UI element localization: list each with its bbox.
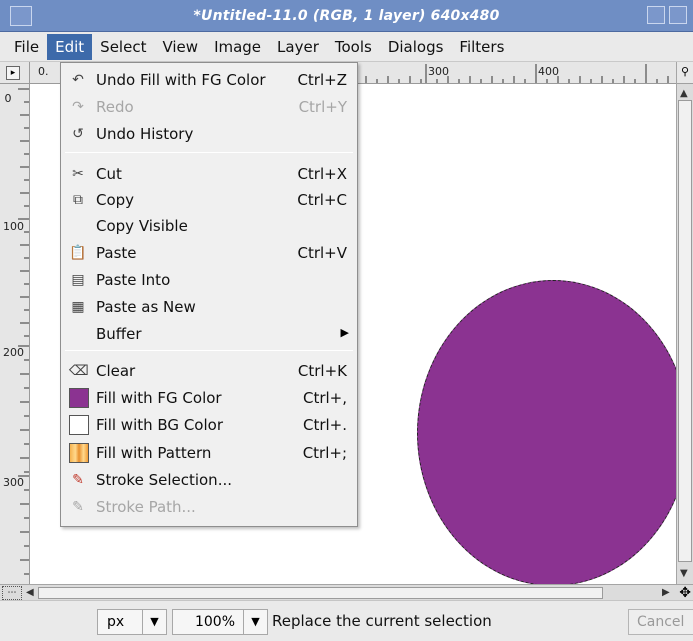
menu-dialogs[interactable]: Dialogs (380, 34, 452, 60)
undo-history-icon: ↺ (72, 126, 84, 142)
menu-item-undo-history[interactable]: ↺ Undo History (61, 121, 357, 147)
menu-item-copy-visible[interactable]: Copy Visible (61, 213, 357, 239)
menu-filters[interactable]: Filters (451, 34, 512, 60)
title-bar: *Untitled-11.0 (RGB, 1 layer) 640x480 (0, 0, 693, 32)
menu-item-buffer[interactable]: Buffer ▶ (61, 321, 357, 347)
menu-item-stroke-path[interactable]: ✎ Stroke Path... (61, 494, 357, 520)
menu-item-shortcut: Ctrl+C (297, 191, 347, 209)
menu-item-shortcut: Ctrl+; (302, 444, 347, 462)
bg-color-swatch-icon (69, 415, 89, 435)
menu-layer[interactable]: Layer (269, 34, 327, 60)
edit-menu-dropdown: ↶ Undo Fill with FG Color Ctrl+Z ↷ Redo … (60, 62, 358, 527)
menu-item-label: Fill with BG Color (96, 416, 223, 434)
menu-item-label: Undo History (96, 125, 194, 143)
menu-item-paste-into[interactable]: ▤ Paste Into (61, 267, 357, 293)
menu-item-label: Stroke Path... (96, 498, 196, 516)
menu-item-label: Cut (96, 165, 122, 183)
horizontal-scrollbar[interactable]: ⋯ ◀ ▶ ✥ (0, 584, 693, 601)
menu-image[interactable]: Image (206, 34, 269, 60)
menu-item-copy[interactable]: ⧉ Copy Ctrl+C (61, 187, 357, 213)
zoom-icon[interactable]: ⚲ (677, 62, 693, 84)
menu-item-cut[interactable]: ✂ Cut Ctrl+X (61, 161, 357, 187)
zoom-value: 100% (194, 614, 235, 630)
menu-file[interactable]: File (6, 34, 47, 60)
menu-separator (65, 350, 353, 351)
menu-item-shortcut: Ctrl+X (297, 165, 347, 183)
cancel-button[interactable]: Cancel (628, 609, 693, 635)
stroke-path-icon: ✎ (72, 499, 84, 515)
filled-ellipse-selection[interactable] (417, 280, 689, 586)
menu-item-paste-as-new[interactable]: ▦ Paste as New (61, 294, 357, 320)
menu-item-label: Paste (96, 244, 137, 262)
scroll-down-arrow-icon[interactable]: ▼ (680, 568, 688, 579)
menu-item-shortcut: Ctrl+K (297, 362, 347, 380)
menu-item-stroke-selection[interactable]: ✎ Stroke Selection... (61, 467, 357, 493)
redo-icon: ↷ (72, 99, 84, 115)
menu-item-shortcut: Ctrl+V (297, 244, 347, 262)
menu-item-label: Undo Fill with FG Color (96, 71, 266, 89)
ruler-ticks (18, 88, 29, 575)
pattern-swatch-icon (69, 443, 89, 463)
maximize-button[interactable] (647, 6, 665, 24)
menu-tools[interactable]: Tools (327, 34, 380, 60)
menu-item-shortcut: Ctrl+Y (298, 98, 347, 116)
menu-item-shortcut: Ctrl+Z (297, 71, 347, 89)
status-message: Replace the current selection (272, 612, 492, 630)
window-title: *Untitled-11.0 (RGB, 1 layer) 640x480 (193, 8, 500, 24)
undo-icon: ↶ (72, 72, 84, 88)
menu-item-label: Buffer (96, 325, 142, 343)
menu-item-shortcut: Ctrl+. (302, 416, 347, 434)
navigate-icon[interactable]: ✥ (679, 585, 691, 601)
paste-into-icon: ▤ (71, 272, 85, 288)
menu-item-fill-bg[interactable]: Fill with BG Color Ctrl+. (61, 412, 357, 438)
cut-icon: ✂ (72, 166, 84, 182)
menu-item-label: Clear (96, 362, 136, 380)
submenu-arrow-icon: ▶ (340, 326, 349, 339)
scroll-up-arrow-icon[interactable]: ▲ (680, 88, 688, 99)
menu-view[interactable]: View (154, 34, 206, 60)
menu-item-fill-fg[interactable]: Fill with FG Color Ctrl+, (61, 385, 357, 411)
menu-edit[interactable]: Edit (47, 33, 93, 60)
menu-select[interactable]: Select (92, 34, 154, 60)
menu-item-label: Fill with FG Color (96, 389, 222, 407)
menu-bar: File Edit Select View Image Layer Tools … (0, 32, 693, 62)
menu-separator (65, 152, 353, 153)
status-bar: px ▼ 100% ▼ Replace the current selectio… (0, 600, 693, 641)
paste-icon: 📋 (69, 245, 87, 261)
menu-item-redo[interactable]: ↷ Redo Ctrl+Y (61, 94, 357, 120)
scroll-left-arrow-icon[interactable]: ◀ (26, 587, 34, 598)
menu-item-paste[interactable]: 📋 Paste Ctrl+V (61, 240, 357, 266)
vertical-ruler[interactable]: 0 100 200 300 (0, 84, 30, 584)
menu-item-undo[interactable]: ↶ Undo Fill with FG Color Ctrl+Z (61, 67, 357, 93)
menu-item-clear[interactable]: ⌫ Clear Ctrl+K (61, 358, 357, 384)
close-button[interactable] (669, 6, 687, 24)
chevron-down-icon[interactable]: ▼ (243, 610, 267, 634)
stroke-selection-icon: ✎ (72, 472, 84, 488)
clear-icon: ⌫ (69, 363, 89, 379)
image-menu-icon[interactable]: ▸ (6, 66, 20, 80)
fg-color-swatch-icon (69, 388, 89, 408)
vertical-scrollbar[interactable]: ⚲ ▲ ▼ (676, 62, 693, 584)
quick-mask-icon[interactable]: ⋯ (2, 586, 22, 600)
menu-item-label: Copy Visible (96, 217, 188, 235)
copy-icon: ⧉ (73, 192, 83, 208)
menu-item-shortcut: Ctrl+, (302, 389, 347, 407)
zoom-selector[interactable]: 100% ▼ (172, 609, 268, 635)
menu-item-label: Paste Into (96, 271, 171, 289)
vertical-scroll-thumb[interactable] (678, 100, 692, 562)
ruler-corner[interactable]: ▸ (0, 62, 30, 84)
scroll-right-arrow-icon[interactable]: ▶ (662, 587, 670, 598)
chevron-down-icon[interactable]: ▼ (142, 610, 166, 634)
menu-item-label: Paste as New (96, 298, 196, 316)
unit-value: px (107, 614, 125, 630)
menu-item-fill-pattern[interactable]: Fill with Pattern Ctrl+; (61, 440, 357, 466)
menu-item-label: Redo (96, 98, 134, 116)
menu-item-label: Stroke Selection... (96, 471, 232, 489)
unit-selector[interactable]: px ▼ (97, 609, 167, 635)
menu-item-label: Fill with Pattern (96, 444, 212, 462)
horizontal-scroll-thumb[interactable] (38, 587, 603, 599)
paste-as-new-icon: ▦ (71, 299, 85, 315)
menu-item-label: Copy (96, 191, 135, 209)
